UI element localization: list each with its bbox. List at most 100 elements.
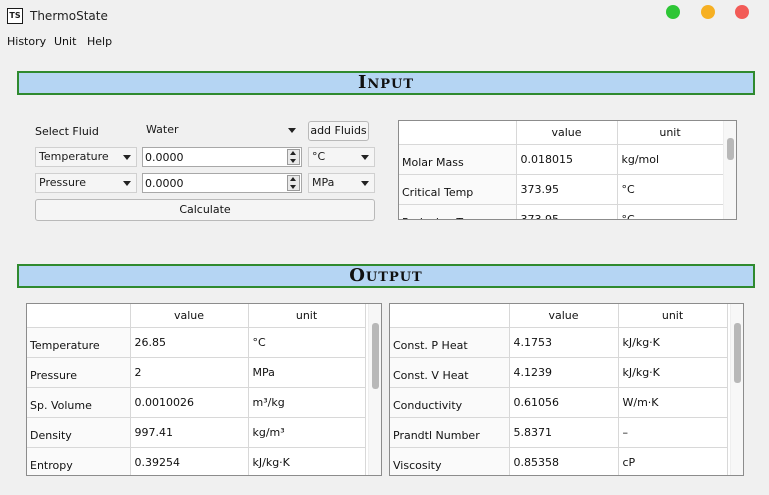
row-header: Pressure — [27, 357, 131, 388]
row-header: Density — [27, 417, 131, 448]
table-cell-unit[interactable]: °C — [248, 327, 366, 358]
spin-down-icon[interactable] — [290, 159, 296, 163]
fluid-select-value: Water — [146, 123, 179, 136]
scrollbar-thumb[interactable] — [727, 138, 734, 160]
column-header-value[interactable]: value — [509, 304, 619, 328]
row-header: Const. V Heat — [390, 357, 510, 388]
table-row: Critical Temp 373.95 °C — [399, 174, 724, 205]
scrollbar-thumb[interactable] — [734, 323, 741, 383]
minimize-button[interactable] — [701, 5, 715, 19]
add-fluids-button[interactable]: add Fluids — [308, 121, 369, 141]
table-cell-value[interactable]: 373.95 — [516, 204, 618, 219]
app-title: ThermoState — [30, 9, 108, 23]
table-cell-value[interactable]: 4.1239 — [509, 357, 619, 388]
table-cell-value[interactable]: 2 — [130, 357, 249, 388]
property2-value-spinbox[interactable] — [142, 173, 302, 193]
table-row: Entropy 0.39254 kJ/kg·K — [27, 447, 366, 475]
spin-buttons[interactable] — [287, 175, 300, 191]
table-cell-unit[interactable]: cP — [618, 447, 728, 475]
scrollbar-thumb[interactable] — [372, 323, 379, 389]
table-row: Const. P Heat 4.1753 kJ/kg·K — [390, 327, 728, 358]
property1-value-spinbox[interactable] — [142, 147, 302, 167]
table-cell-value[interactable]: 0.018015 — [516, 144, 618, 175]
fluid-select[interactable]: Water — [142, 120, 302, 140]
property2-unit-value: MPa — [312, 176, 335, 189]
table-cell-value[interactable]: 0.61056 — [509, 387, 619, 418]
table-cell-unit[interactable]: °C — [617, 204, 724, 219]
column-header-unit[interactable]: unit — [248, 304, 366, 328]
spin-buttons[interactable] — [287, 149, 300, 165]
property2-select-value: Pressure — [39, 176, 86, 189]
chevron-down-icon — [361, 155, 369, 160]
row-header: Conductivity — [390, 387, 510, 418]
table-row: Conductivity 0.61056 W/m·K — [390, 387, 728, 418]
close-button[interactable] — [735, 5, 749, 19]
table-row: Density 997.41 kg/m³ — [27, 417, 366, 448]
property2-select[interactable]: Pressure — [35, 173, 137, 193]
vertical-scrollbar[interactable] — [723, 121, 736, 219]
app-logo: TS — [7, 8, 23, 24]
table-row: Sp. Volume 0.0010026 m³/kg — [27, 387, 366, 418]
table-cell-unit[interactable]: m³/kg — [248, 387, 366, 418]
spin-down-icon[interactable] — [290, 185, 296, 189]
table-row: Pressure 2 MPa — [27, 357, 366, 388]
output-section-header: Output — [17, 264, 755, 288]
column-header-unit[interactable]: unit — [618, 304, 728, 328]
calculate-button[interactable]: Calculate — [35, 199, 375, 221]
table-row: Prandtl Number 5.8371 – — [390, 417, 728, 448]
table-cell-value[interactable]: 5.8371 — [509, 417, 619, 448]
row-header: Temperature — [27, 327, 131, 358]
input-section-header: Input — [17, 71, 755, 95]
table-row: Const. V Heat 4.1239 kJ/kg·K — [390, 357, 728, 388]
table-cell-value[interactable]: 26.85 — [130, 327, 249, 358]
menu-unit[interactable]: Unit — [54, 35, 76, 48]
chevron-down-icon — [123, 155, 131, 160]
maximize-button[interactable] — [666, 5, 680, 19]
table-header-row: value unit — [390, 304, 728, 328]
title-bar: TS ThermoState — [0, 0, 769, 32]
column-header-unit[interactable]: unit — [617, 121, 724, 145]
property1-value-input[interactable] — [143, 148, 285, 166]
table-cell-unit[interactable]: MPa — [248, 357, 366, 388]
select-fluid-label: Select Fluid — [35, 125, 99, 138]
menu-help[interactable]: Help — [87, 35, 112, 48]
table-cell-unit[interactable]: kg/mol — [617, 144, 724, 175]
row-header: Molar Mass — [399, 144, 517, 175]
property2-unit-select[interactable]: MPa — [308, 173, 375, 193]
table-cell-unit[interactable]: kJ/kg·K — [248, 447, 366, 475]
property1-unit-select[interactable]: °C — [308, 147, 375, 167]
table-cell-value[interactable]: 0.85358 — [509, 447, 619, 475]
table-cell-unit[interactable]: W/m·K — [618, 387, 728, 418]
output-table-left: value unit Temperature 26.85 °C Pressure… — [26, 303, 382, 476]
spin-up-icon[interactable] — [290, 177, 296, 181]
table-cell-unit[interactable]: kg/m³ — [248, 417, 366, 448]
vertical-scrollbar[interactable] — [730, 304, 743, 475]
row-header: Viscosity — [390, 447, 510, 475]
spin-up-icon[interactable] — [290, 151, 296, 155]
table-cell-value[interactable]: 997.41 — [130, 417, 249, 448]
property2-value-input[interactable] — [143, 174, 285, 192]
table-cell-value[interactable]: 373.95 — [516, 174, 618, 205]
table-cell-unit[interactable]: kJ/kg·K — [618, 327, 728, 358]
column-header-value[interactable]: value — [516, 121, 618, 145]
column-header-value[interactable]: value — [130, 304, 249, 328]
table-corner — [27, 304, 131, 328]
table-cell-value[interactable]: 0.39254 — [130, 447, 249, 475]
row-header: Entropy — [27, 447, 131, 475]
table-cell-unit[interactable]: °C — [617, 174, 724, 205]
menu-history[interactable]: History — [7, 35, 46, 48]
table-header-row: value unit — [27, 304, 366, 328]
property1-select[interactable]: Temperature — [35, 147, 137, 167]
table-corner — [399, 121, 517, 145]
vertical-scrollbar[interactable] — [368, 304, 381, 475]
row-header: Const. P Heat — [390, 327, 510, 358]
table-cell-value[interactable]: 4.1753 — [509, 327, 619, 358]
table-row: Molar Mass 0.018015 kg/mol — [399, 144, 724, 175]
table-cell-unit[interactable]: kJ/kg·K — [618, 357, 728, 388]
table-row: Viscosity 0.85358 cP — [390, 447, 728, 475]
property1-unit-value: °C — [312, 150, 326, 163]
table-cell-value[interactable]: 0.0010026 — [130, 387, 249, 418]
table-cell-unit[interactable]: – — [618, 417, 728, 448]
row-header: Critical Temp — [399, 174, 517, 205]
table-row: Reducing Temp 373.95 °C — [399, 204, 724, 219]
